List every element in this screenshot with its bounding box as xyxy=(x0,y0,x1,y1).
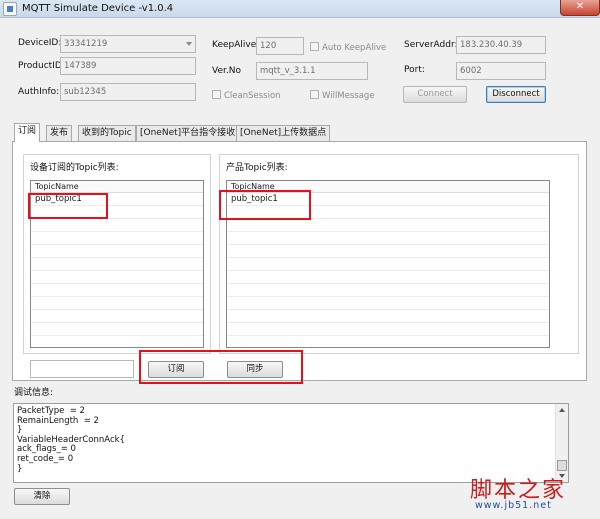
list-item xyxy=(31,323,203,336)
list-item xyxy=(31,219,203,232)
clean-session-checkbox[interactable]: CleanSession xyxy=(212,90,281,101)
log-line: ret_code_= 0 xyxy=(17,453,74,464)
server-addr-label: ServerAddr: xyxy=(404,40,458,50)
list-item xyxy=(227,310,549,323)
highlight-box-device-topic xyxy=(28,193,108,219)
product-topic-group-title: 产品Topic列表: xyxy=(226,160,288,173)
product-id-field[interactable]: 147389 xyxy=(60,57,196,75)
disconnect-button[interactable]: Disconnect xyxy=(486,86,546,103)
tab-subscribe[interactable]: 订阅 xyxy=(14,123,41,142)
list-item xyxy=(31,271,203,284)
tab-onenet-command[interactable]: [OneNet]平台指令接收 xyxy=(136,125,240,141)
keepalive-field[interactable]: 120 xyxy=(256,37,304,55)
checkbox-icon xyxy=(310,90,319,99)
checkbox-icon xyxy=(212,90,221,99)
column-header-topic-name[interactable]: TopicName xyxy=(31,181,203,193)
device-id-value: 33341219 xyxy=(64,39,108,49)
debug-output[interactable]: PacketType = 2 RemainLength = 2 } Variab… xyxy=(13,403,569,483)
auth-info-field[interactable]: sub12345 xyxy=(60,83,196,101)
list-item xyxy=(227,297,549,310)
product-id-label: ProductID: xyxy=(18,61,65,71)
list-item xyxy=(227,219,549,232)
device-id-label: DeviceID: xyxy=(18,38,62,48)
log-line: VariableHeaderConnAck{ xyxy=(17,434,125,445)
list-item xyxy=(31,232,203,245)
checkbox-icon xyxy=(310,42,319,51)
close-button[interactable]: ✕ xyxy=(560,0,600,16)
list-item xyxy=(227,258,549,271)
scroll-up-icon[interactable] xyxy=(559,408,565,412)
ver-field[interactable]: mqtt_v_3.1.1 xyxy=(256,62,368,80)
port-label: Port: xyxy=(404,65,425,75)
debug-scrollbar[interactable] xyxy=(555,404,568,482)
log-line: ack_flags_= 0 xyxy=(17,444,76,455)
sync-button[interactable]: 同步 xyxy=(227,361,283,378)
auto-keepalive-checkbox[interactable]: Auto KeepAlive xyxy=(310,42,386,53)
watermark-url: www.jb51.net xyxy=(475,500,552,511)
device-topic-group-title: 设备订阅的Topic列表: xyxy=(30,160,119,173)
list-item xyxy=(227,271,549,284)
tab-received-topic[interactable]: 收到的Topic xyxy=(78,125,136,141)
window-title: MQTT Simulate Device -v1.0.4 xyxy=(22,3,174,14)
server-addr-field[interactable]: 183.230.40.39 xyxy=(456,36,546,54)
app-icon xyxy=(3,2,17,16)
list-item xyxy=(227,323,549,336)
tab-onenet-datapoint[interactable]: [OneNet]上传数据点 xyxy=(236,125,331,141)
tab-publish[interactable]: 发布 xyxy=(46,125,73,141)
topic-input[interactable] xyxy=(30,360,134,378)
list-item xyxy=(31,310,203,323)
list-item xyxy=(31,284,203,297)
clear-button[interactable]: 清除 xyxy=(14,488,70,505)
list-item xyxy=(227,284,549,297)
device-id-combo[interactable]: 33341219 xyxy=(60,35,196,53)
list-item xyxy=(31,297,203,310)
debug-label: 调试信息: xyxy=(14,388,54,398)
scroll-thumb[interactable] xyxy=(557,460,567,471)
title-bar: MQTT Simulate Device -v1.0.4 ✕ xyxy=(0,0,600,18)
port-field[interactable]: 6002 xyxy=(456,62,546,80)
chevron-down-icon[interactable] xyxy=(186,42,192,46)
log-line: RemainLength = 2 xyxy=(17,415,99,426)
list-item xyxy=(31,245,203,258)
list-item xyxy=(227,245,549,258)
highlight-box-product-topic xyxy=(219,190,311,220)
keepalive-label: KeepAlive: xyxy=(212,40,260,50)
list-item xyxy=(31,258,203,271)
ver-label: Ver.No xyxy=(212,66,241,76)
auth-info-label: AuthInfo: xyxy=(18,87,60,97)
will-message-checkbox[interactable]: WillMessage xyxy=(310,90,375,101)
subscribe-button[interactable]: 订阅 xyxy=(148,361,204,378)
list-item xyxy=(227,232,549,245)
connect-button[interactable]: Connect xyxy=(403,86,467,103)
